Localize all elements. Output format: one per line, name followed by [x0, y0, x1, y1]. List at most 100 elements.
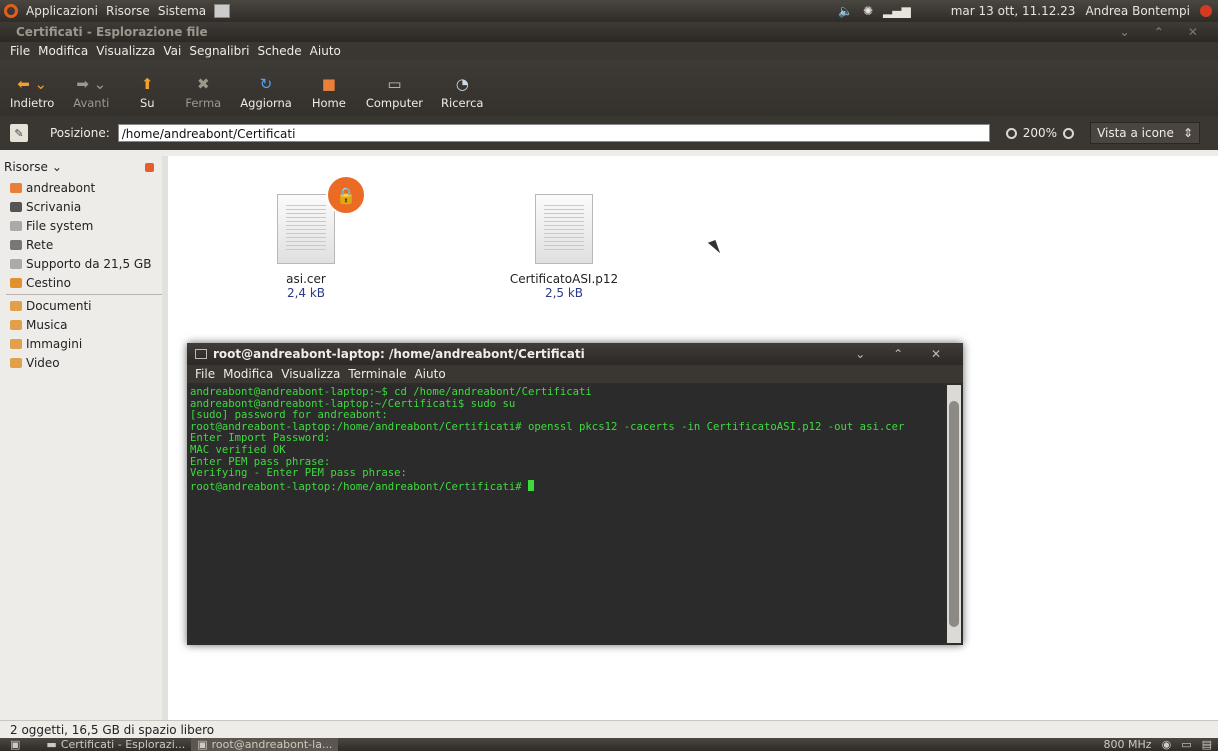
- chevron-down-icon: ⌄: [51, 160, 62, 174]
- taskbar-item-terminal[interactable]: ▣ root@andreabont-la...: [191, 738, 339, 751]
- top-panel: Applicazioni Risorse Sistema 🔈 ✺ ▂▄▆ mar…: [0, 0, 1218, 22]
- term-menu-terminale[interactable]: Terminale: [348, 367, 406, 381]
- drive-icon: [10, 258, 22, 269]
- menu-modifica[interactable]: Modifica: [38, 44, 88, 58]
- arrow-up-icon: ⬆: [140, 75, 154, 93]
- terminal-titlebar[interactable]: root@andreabont-laptop: /home/andreabont…: [187, 343, 963, 365]
- network-icon[interactable]: ✺: [863, 4, 873, 18]
- close-sidebar-icon[interactable]: [145, 162, 154, 172]
- status-text: 2 oggetti, 16,5 GB di spazio libero: [10, 723, 215, 737]
- document-icon: [535, 194, 593, 264]
- cpu-frequency[interactable]: 800 MHz: [1104, 738, 1152, 751]
- menu-visualizza[interactable]: Visualizza: [96, 44, 155, 58]
- file-manager-titlebar[interactable]: Certificati - Esplorazione file ⌄ ⌃ ✕: [0, 22, 1218, 42]
- clock[interactable]: mar 13 ott, 11.12.23: [951, 4, 1076, 18]
- workspace-switcher[interactable]: ▭: [1181, 738, 1191, 751]
- sidebar-item-documenti[interactable]: Documenti: [0, 296, 162, 315]
- menu-segnalibri[interactable]: Segnalibri: [189, 44, 249, 58]
- file-name: asi.cer: [286, 272, 326, 286]
- sidebar: Risorse ⌄ andreabont Scrivania File syst…: [0, 156, 163, 720]
- location-input[interactable]: /home/andreabont/Certificati: [117, 124, 990, 142]
- sidebar-item-immagini[interactable]: Immagini: [0, 334, 162, 353]
- back-button[interactable]: ⬅ ⌄ Indietro: [10, 76, 54, 110]
- terminal-line: MAC verified OK: [190, 443, 286, 456]
- sidebar-item-video[interactable]: Video: [0, 353, 162, 372]
- network-icon: [10, 239, 22, 250]
- view-mode-select[interactable]: Vista a icone ⇕: [1090, 122, 1201, 144]
- terminal-scrollbar[interactable]: [947, 385, 961, 643]
- power-icon[interactable]: [1200, 5, 1212, 17]
- show-desktop-icon[interactable]: ▣: [10, 738, 20, 751]
- window-controls[interactable]: ⌄ ⌃ ✕: [1119, 25, 1208, 39]
- terminal-line: Enter Import Password:: [190, 432, 331, 445]
- ubuntu-logo-icon[interactable]: [4, 4, 18, 18]
- window-title: Certificati - Esplorazione file: [16, 25, 208, 39]
- up-button[interactable]: ⬆ Su: [128, 76, 166, 110]
- firefox-icon[interactable]: ◉: [1162, 738, 1172, 751]
- menu-file[interactable]: File: [10, 44, 30, 58]
- signal-icon[interactable]: ▂▄▆: [883, 4, 911, 18]
- home-folder-icon: ■: [321, 75, 336, 93]
- zoom-in-icon[interactable]: [1063, 127, 1075, 139]
- desktop-icon: [10, 201, 22, 212]
- forward-button[interactable]: ➡ ⌄ Avanti: [72, 76, 110, 110]
- folder-icon: [10, 319, 22, 330]
- sidebar-header[interactable]: Risorse ⌄: [0, 156, 162, 178]
- text-cursor: [528, 479, 535, 491]
- sidebar-item-filesystem[interactable]: File system: [0, 216, 162, 235]
- stop-button[interactable]: ✖ Ferma: [184, 76, 222, 110]
- window-controls[interactable]: ⌄ ⌃ ✕: [855, 347, 953, 361]
- menu-applicazioni[interactable]: Applicazioni: [26, 4, 98, 18]
- term-menu-visualizza[interactable]: Visualizza: [281, 367, 340, 381]
- home-folder-icon: [10, 182, 22, 193]
- file-item[interactable]: 🔒 asi.cer 2,4 kB: [246, 175, 366, 300]
- scrollbar-thumb[interactable]: [949, 401, 959, 627]
- terminal-line: andreabont@andreabont-laptop:~$ cd /home…: [190, 386, 592, 398]
- file-item[interactable]: CertificatoASI.p12 2,5 kB: [504, 194, 624, 300]
- home-button[interactable]: ■ Home: [310, 76, 348, 110]
- sidebar-item-home[interactable]: andreabont: [0, 178, 162, 197]
- drive-icon: [10, 220, 22, 231]
- reload-icon: ↻: [259, 75, 273, 93]
- terminal-window: root@andreabont-laptop: /home/andreabont…: [187, 343, 963, 645]
- menu-vai[interactable]: Vai: [163, 44, 181, 58]
- menu-sistema[interactable]: Sistema: [158, 4, 206, 18]
- term-menu-aiuto[interactable]: Aiuto: [414, 367, 445, 381]
- term-menu-file[interactable]: File: [195, 367, 215, 381]
- sidebar-item-network[interactable]: Rete: [0, 235, 162, 254]
- menu-schede[interactable]: Schede: [257, 44, 301, 58]
- menu-risorse[interactable]: Risorse: [106, 4, 150, 18]
- toolbar: ⬅ ⌄ Indietro ➡ ⌄ Avanti ⬆ Su ✖ Ferma ↻ A…: [0, 60, 1218, 116]
- sidebar-item-desktop[interactable]: Scrivania: [0, 197, 162, 216]
- zoom-level: 200%: [1022, 126, 1058, 140]
- volume-icon[interactable]: 🔈: [838, 4, 853, 18]
- taskbar-item-file-manager[interactable]: ▬ Certificati - Esplorazi...: [40, 738, 191, 751]
- folder-icon: ▬: [46, 738, 57, 751]
- zoom-out-icon[interactable]: [1005, 127, 1017, 139]
- terminal-icon: [195, 349, 207, 359]
- chevron-updown-icon: ⇕: [1183, 126, 1194, 140]
- location-label: Posizione:: [50, 126, 110, 140]
- trash-icon: [10, 277, 22, 288]
- edit-location-icon[interactable]: ✎: [10, 124, 28, 142]
- trash-icon[interactable]: ▤: [1202, 738, 1212, 751]
- file-name: CertificatoASI.p12: [509, 272, 619, 286]
- menu-aiuto[interactable]: Aiuto: [310, 44, 341, 58]
- terminal-launcher-icon[interactable]: [214, 4, 231, 18]
- terminal-title: root@andreabont-laptop: /home/andreabont…: [213, 347, 585, 361]
- user-name[interactable]: Andrea Bontempi: [1085, 4, 1190, 18]
- reload-button[interactable]: ↻ Aggiorna: [240, 76, 292, 110]
- arrow-left-icon: ⬅ ⌄: [17, 75, 48, 93]
- terminal-line: Verifying - Enter PEM pass phrase:: [190, 467, 407, 480]
- terminal-output[interactable]: andreabont@andreabont-laptop:~$ cd /home…: [189, 385, 945, 643]
- search-button[interactable]: ◔ Ricerca: [441, 76, 483, 110]
- sidebar-item-volume[interactable]: Supporto da 21,5 GB: [0, 254, 162, 273]
- sidebar-item-musica[interactable]: Musica: [0, 315, 162, 334]
- file-manager-menubar: File Modifica Visualizza Vai Segnalibri …: [0, 42, 1218, 60]
- computer-button[interactable]: ▭ Computer: [366, 76, 423, 110]
- search-icon: ◔: [455, 75, 469, 93]
- term-menu-modifica[interactable]: Modifica: [223, 367, 273, 381]
- terminal-icon: ▣: [197, 738, 208, 751]
- arrow-right-icon: ➡ ⌄: [76, 75, 107, 93]
- sidebar-item-trash[interactable]: Cestino: [0, 273, 162, 292]
